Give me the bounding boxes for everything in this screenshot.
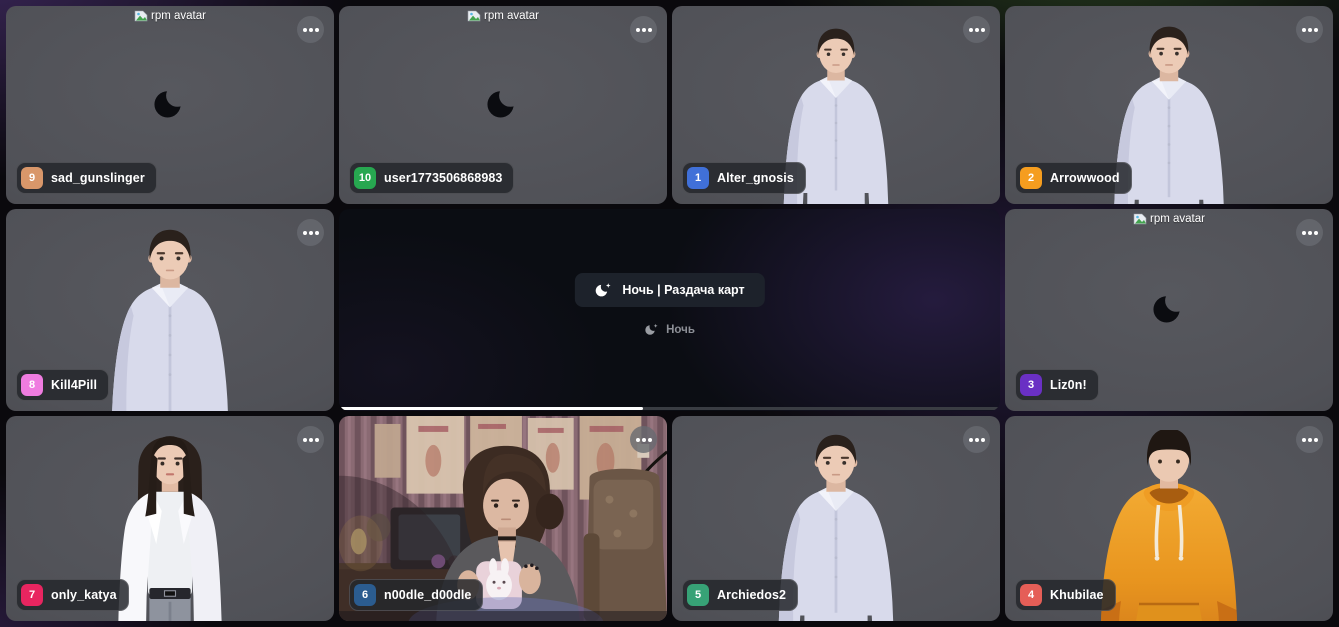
tile-menu-button[interactable] (630, 16, 657, 43)
player-number-chip: 4 (1020, 584, 1042, 606)
rpm-avatar-alt: rpm avatar (6, 10, 334, 22)
tile-menu-button[interactable] (963, 426, 990, 453)
ellipsis-icon (974, 437, 979, 442)
player-badge: 7 only_katya (16, 579, 129, 611)
tile-menu-button[interactable] (297, 219, 324, 246)
broken-image-icon (134, 10, 148, 22)
moon-icon (1152, 290, 1187, 325)
player-name: user1773506868983 (384, 171, 503, 185)
player-name: n00dle_d00dle (384, 588, 472, 602)
player-number-chip: 6 (354, 584, 376, 606)
ellipsis-icon (308, 437, 313, 442)
player-badge: 1 Alter_gnosis (682, 162, 806, 194)
player-badge: 9 sad_gunslinger (16, 162, 157, 194)
player-badge: 6 n00dle_d00dle (349, 579, 484, 611)
tile-menu-button[interactable] (297, 16, 324, 43)
player-name: Kill4Pill (51, 378, 98, 392)
player-tile-kill4pill[interactable]: 8 Kill4Pill (6, 209, 334, 411)
tile-menu-button[interactable] (1296, 426, 1323, 453)
player-tile-liz0n[interactable]: rpm avatar 3 Liz0n! (1005, 209, 1333, 411)
tile-menu-button[interactable] (963, 16, 990, 43)
player-name: Khubilae (1050, 588, 1104, 602)
tile-menu-button[interactable] (297, 426, 324, 453)
player-number-chip: 8 (21, 374, 43, 396)
avatar-male-illustration (86, 229, 254, 411)
ellipsis-icon (1307, 437, 1312, 442)
player-badge: 10 user1773506868983 (349, 162, 515, 194)
player-tile-only-katya[interactable]: 7 only_katya (6, 416, 334, 621)
moon-icon (153, 85, 188, 120)
player-number-chip: 5 (687, 584, 709, 606)
rpm-avatar-alt-text: rpm avatar (1150, 213, 1205, 225)
player-badge: 3 Liz0n! (1015, 369, 1099, 401)
player-name: only_katya (51, 588, 117, 602)
player-number-chip: 10 (354, 167, 376, 189)
phase-banner: Ночь | Раздача карт (574, 273, 765, 307)
tile-menu-button[interactable] (1296, 219, 1323, 246)
broken-image-icon (467, 10, 481, 22)
crescent-moon-icon (644, 323, 658, 336)
player-number-chip: 3 (1020, 374, 1042, 396)
tile-menu-button[interactable] (1296, 16, 1323, 43)
ellipsis-icon (641, 27, 646, 32)
player-tile-arrowwood[interactable]: 2 Arrowwood (1005, 6, 1333, 204)
player-name: Arrowwood (1050, 171, 1120, 185)
player-name: Alter_gnosis (717, 171, 794, 185)
player-name: Archiedos2 (717, 588, 787, 602)
player-tile-khubilae[interactable]: 4 Khubilae (1005, 416, 1333, 621)
player-badge: 2 Arrowwood (1015, 162, 1132, 194)
tile-menu-button[interactable] (630, 426, 657, 453)
phase-stage: Ночь | Раздача карт Ночь (339, 209, 1000, 411)
broken-image-icon (1133, 213, 1147, 225)
phase-label: Ночь (644, 323, 695, 336)
player-tile-sad-gunslinger[interactable]: rpm avatar 9 sad_gunslinger (6, 6, 334, 204)
player-number-chip: 7 (21, 584, 43, 606)
ellipsis-icon (1307, 27, 1312, 32)
rpm-avatar-alt-text: rpm avatar (151, 10, 206, 22)
player-number-chip: 1 (687, 167, 709, 189)
rpm-avatar-alt: rpm avatar (1005, 213, 1333, 225)
player-tile-archiedos2[interactable]: 5 Archiedos2 (672, 416, 1000, 621)
crescent-moon-star-icon (594, 282, 611, 298)
player-badge: 5 Archiedos2 (682, 579, 799, 611)
player-number-chip: 9 (21, 167, 43, 189)
player-badge: 8 Kill4Pill (16, 369, 110, 401)
phase-progress-fill (339, 407, 644, 410)
player-tile-n00dle-d00dle[interactable]: 6 n00dle_d00dle (339, 416, 667, 621)
player-tile-alter-gnosis[interactable]: 1 Alter_gnosis (672, 6, 1000, 204)
rpm-avatar-alt: rpm avatar (339, 10, 667, 22)
moon-icon (486, 85, 521, 120)
ellipsis-icon (974, 27, 979, 32)
player-badge: 4 Khubilae (1015, 579, 1116, 611)
phase-progress-bar (339, 407, 1000, 410)
ellipsis-icon (641, 437, 646, 442)
video-grid: rpm avatar 9 sad_gunslinger rpm avatar 1… (6, 6, 1333, 621)
player-number-chip: 2 (1020, 167, 1042, 189)
player-tile-user1773506868983[interactable]: rpm avatar 10 user1773506868983 (339, 6, 667, 204)
ellipsis-icon (308, 230, 313, 235)
phase-label-text: Ночь (666, 323, 695, 336)
phase-banner-text: Ночь | Раздача карт (622, 283, 745, 297)
player-name: Liz0n! (1050, 378, 1087, 392)
rpm-avatar-alt-text: rpm avatar (484, 10, 539, 22)
player-name: sad_gunslinger (51, 171, 145, 185)
ellipsis-icon (308, 27, 313, 32)
ellipsis-icon (1307, 230, 1312, 235)
